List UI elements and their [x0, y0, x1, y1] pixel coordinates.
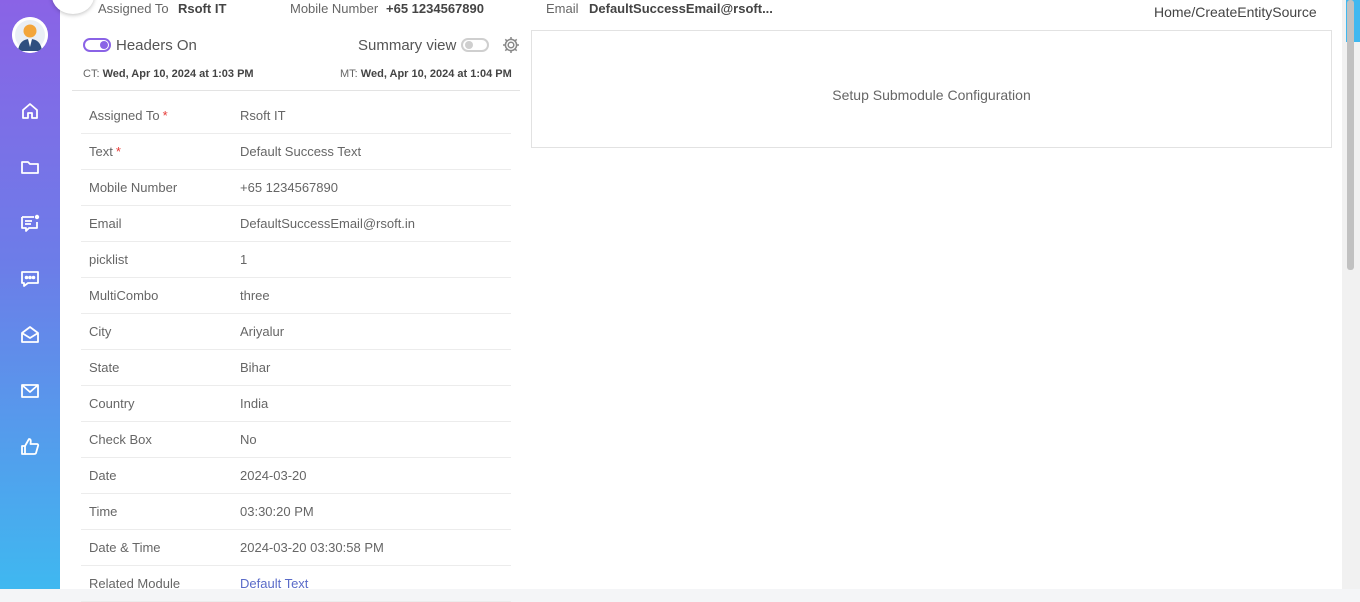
field-label: picklist — [89, 252, 129, 267]
field-value: No — [240, 432, 257, 447]
field-row: Time 03:30:20 PM — [81, 494, 511, 530]
field-row: Check Box No — [81, 422, 511, 458]
divider — [72, 90, 520, 91]
field-value: Ariyalur — [240, 324, 285, 339]
folder-icon[interactable] — [19, 156, 41, 178]
field-value: Rsoft IT — [240, 108, 286, 123]
field-label: Text * — [89, 144, 121, 159]
field-label: Mobile Number — [89, 180, 178, 195]
required-marker: * — [115, 144, 121, 159]
field-table: Assigned To * Rsoft IT Text * Default Success… — [81, 98, 511, 602]
mobile-header-label: Mobile Number — [290, 1, 379, 16]
summary-view-label: Summary view — [358, 37, 457, 54]
scrollbar-thumb[interactable] — [1347, 0, 1354, 270]
created-time: CT: Wed, Apr 10, 2024 at 1:03 PM — [83, 68, 254, 80]
field-value: 2024-03-20 — [240, 468, 307, 483]
field-label: City — [89, 324, 112, 339]
field-value: +65 1234567890 — [240, 180, 338, 195]
field-value: three — [240, 288, 270, 303]
sidebar — [0, 0, 60, 589]
chat-notification-icon[interactable] — [19, 212, 41, 234]
field-row: MultiCombo three — [81, 278, 511, 314]
field-label: MultiCombo — [89, 288, 159, 303]
field-row: Country India — [81, 386, 511, 422]
field-label: Assigned To * — [89, 108, 168, 123]
field-label: Check Box — [89, 432, 152, 447]
headers-toggle[interactable] — [83, 38, 111, 52]
scrollbar[interactable] — [1342, 0, 1360, 589]
field-row: Date 2024-03-20 — [81, 458, 511, 494]
required-marker: * — [162, 108, 168, 123]
message-icon[interactable] — [19, 268, 41, 290]
field-label: Email — [89, 216, 122, 231]
thumbs-up-icon[interactable] — [19, 436, 41, 458]
field-label: Time — [89, 504, 118, 519]
main-content: Assigned To Rsoft IT Mobile Number +65 1… — [60, 0, 1342, 602]
modified-time: MT: Wed, Apr 10, 2024 at 1:04 PM — [340, 68, 512, 80]
summary-view-toggle[interactable] — [461, 38, 489, 52]
assigned-to-header-label: Assigned To — [98, 1, 169, 16]
field-label: State — [89, 360, 120, 375]
field-value: Default Success Text — [240, 144, 362, 159]
assigned-to-header-value: Rsoft IT — [178, 1, 227, 16]
field-row: picklist 1 — [81, 242, 511, 278]
submodule-text[interactable]: Setup Submodule Configuration — [532, 87, 1331, 103]
field-value: 2024-03-20 03:30:58 PM — [240, 540, 384, 555]
mail-icon[interactable] — [19, 380, 41, 402]
submodule-panel: Setup Submodule Configuration — [531, 30, 1332, 148]
field-label: Date — [89, 468, 117, 483]
field-row: Date & Time 2024-03-20 03:30:58 PM — [81, 530, 511, 566]
field-row: Mobile Number +65 1234567890 — [81, 170, 511, 206]
open-mail-icon[interactable] — [19, 324, 41, 346]
field-value: 1 — [240, 252, 248, 267]
field-row: City Ariyalur — [81, 314, 511, 350]
field-label: Date & Time — [89, 540, 161, 555]
headers-label: Headers On — [116, 37, 197, 54]
email-header-value: DefaultSuccessEmail@rsoft... — [589, 1, 773, 16]
breadcrumb[interactable]: Home/CreateEntitySource — [1154, 4, 1317, 20]
field-value: DefaultSuccessEmail@rsoft.in — [240, 216, 416, 231]
user-avatar-icon[interactable] — [12, 17, 48, 53]
field-value: Bihar — [240, 360, 271, 375]
field-row: State Bihar — [81, 350, 511, 386]
mobile-header-value: +65 1234567890 — [386, 1, 484, 16]
field-value: 03:30:20 PM — [240, 504, 314, 519]
field-row: Text * Default Success Text — [81, 134, 511, 170]
gear-icon[interactable] — [501, 35, 521, 55]
field-row: Email DefaultSuccessEmail@rsoft.in — [81, 206, 511, 242]
field-row: Related Module Default Text — [81, 566, 511, 602]
field-value: India — [240, 396, 269, 411]
home-icon[interactable] — [19, 100, 41, 122]
email-header-label: Email — [546, 1, 579, 16]
field-row: Assigned To * Rsoft IT — [81, 98, 511, 134]
field-label: Country — [89, 396, 135, 411]
